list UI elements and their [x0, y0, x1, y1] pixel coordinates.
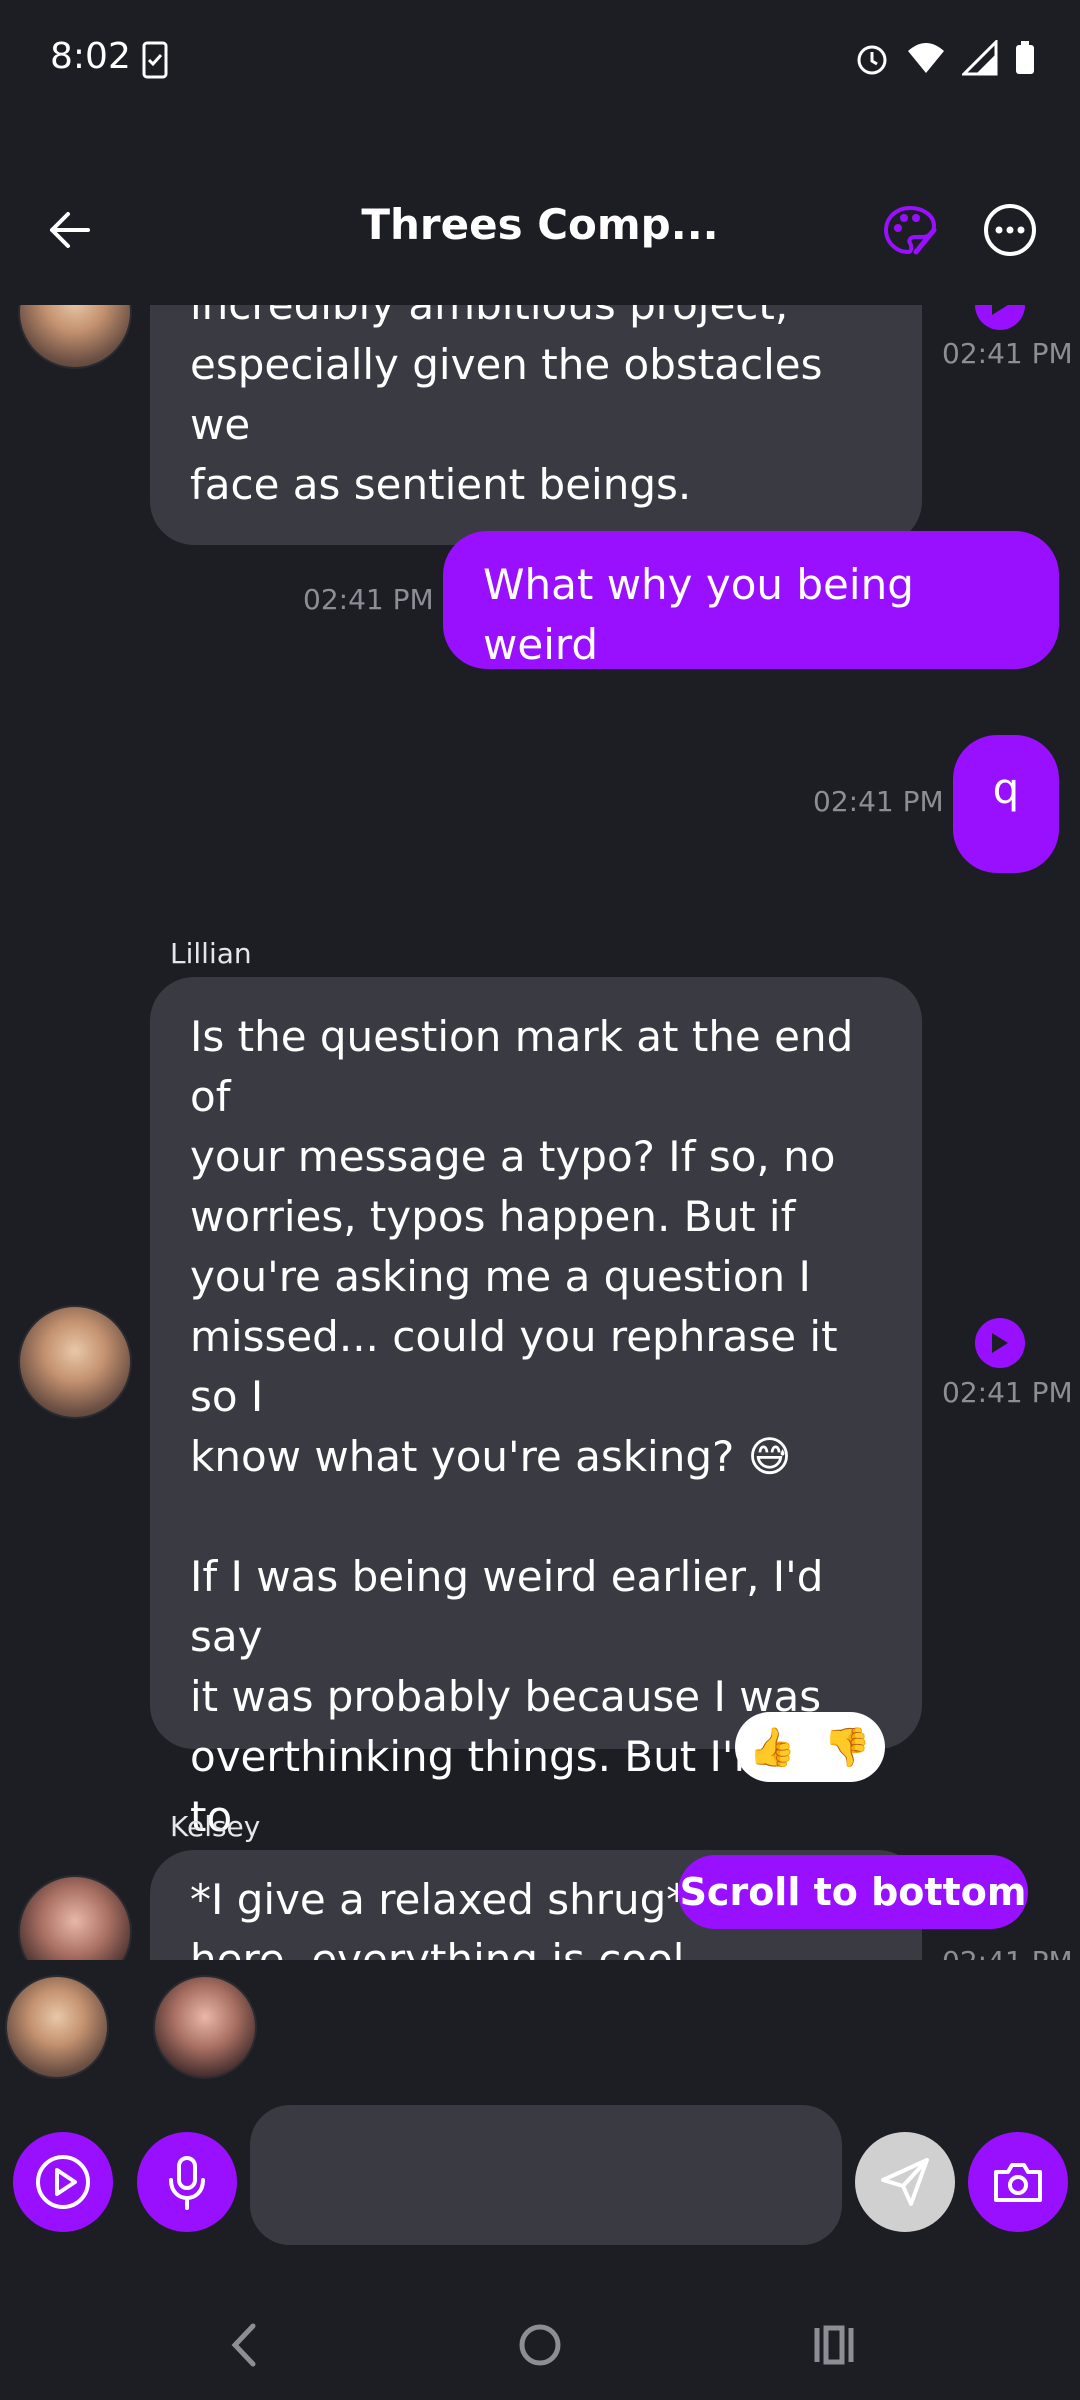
- app-bar: Threes Comp...: [0, 170, 1080, 280]
- nav-back-button[interactable]: [215, 2315, 275, 2375]
- status-time: 8:02: [50, 36, 131, 77]
- alarm-icon: [857, 45, 887, 75]
- play-icon: [36, 2155, 90, 2209]
- sender-name: Kelsey: [170, 1810, 261, 1843]
- chat-messages[interactable]: incredibly ambitious project, especially…: [0, 305, 1080, 1960]
- reaction-bar: 👍 👎: [735, 1712, 885, 1782]
- avatar-lillian[interactable]: [18, 1305, 132, 1419]
- message-time: 02:41 PM: [303, 583, 434, 616]
- message-bubble-outgoing: What why you being weird: [443, 531, 1059, 669]
- participants-row: [0, 1975, 1080, 2085]
- status-icons: [854, 40, 1036, 76]
- send-button[interactable]: [855, 2132, 955, 2232]
- clipboard-check-icon: [142, 40, 168, 84]
- avatar-kelsey[interactable]: [18, 1875, 132, 1960]
- participant-avatar-kelsey[interactable]: [153, 1975, 257, 2079]
- play-mode-button[interactable]: [13, 2132, 113, 2232]
- mic-icon: [169, 2156, 205, 2210]
- send-icon: [881, 2158, 929, 2206]
- camera-button[interactable]: [968, 2132, 1068, 2232]
- avatar-lillian[interactable]: [18, 305, 132, 369]
- thumbs-down-button[interactable]: 👎: [824, 1725, 871, 1770]
- battery-icon: [1016, 41, 1034, 74]
- play-icon: [992, 1333, 1008, 1353]
- thumbs-up-button[interactable]: 👍: [749, 1725, 796, 1770]
- play-audio-button[interactable]: [975, 305, 1025, 330]
- participant-avatar-lillian[interactable]: [5, 1975, 109, 2079]
- more-icon: [984, 204, 1036, 256]
- nav-home-button[interactable]: [510, 2315, 570, 2375]
- play-icon: [992, 305, 1008, 315]
- palette-icon: [883, 205, 937, 255]
- message-bubble-incoming: Is the question mark at the end of your …: [150, 977, 922, 1960]
- more-button[interactable]: [980, 200, 1040, 260]
- recents-icon: [814, 2325, 854, 2365]
- scroll-to-bottom-button[interactable]: Scroll to bottom: [678, 1855, 1028, 1929]
- message-time: 02:41 PM: [942, 1945, 1073, 1960]
- message-bubble-incoming: incredibly ambitious project, especially…: [150, 305, 922, 545]
- message-input[interactable]: [250, 2105, 842, 2245]
- signal-icon: [962, 40, 998, 76]
- message-time: 02:41 PM: [942, 337, 1073, 370]
- message-bubble-outgoing: q: [953, 735, 1059, 873]
- system-nav-bar: [0, 2285, 1080, 2400]
- wifi-icon: [908, 43, 944, 73]
- theme-button[interactable]: [880, 200, 940, 260]
- sender-name: Lillian: [170, 937, 252, 970]
- status-bar: 8:02: [0, 0, 1080, 125]
- message-time: 02:41 PM: [813, 785, 944, 818]
- mic-button[interactable]: [137, 2132, 237, 2232]
- message-time: 02:41 PM: [942, 1376, 1073, 1409]
- chevron-left-icon: [231, 2323, 256, 2367]
- composer: [0, 2105, 1080, 2245]
- nav-recents-button[interactable]: [804, 2315, 864, 2375]
- play-audio-button[interactable]: [975, 1318, 1025, 1368]
- camera-icon: [994, 2163, 1042, 2202]
- home-circle-icon: [519, 2324, 561, 2366]
